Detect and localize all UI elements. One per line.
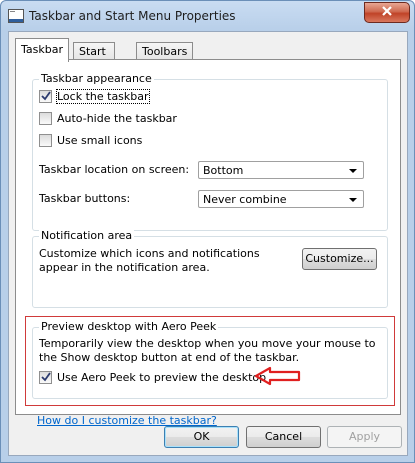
buttons-label-row: Taskbar buttons:	[39, 192, 130, 205]
window-title: Taskbar and Start Menu Properties	[29, 9, 236, 23]
ok-button[interactable]: OK	[164, 426, 239, 448]
lock-taskbar-row[interactable]: Lock the taskbar	[39, 89, 150, 104]
dialog-window: Taskbar and Start Menu Properties Taskba…	[0, 0, 415, 463]
chevron-down-icon	[349, 198, 357, 202]
close-button[interactable]	[364, 2, 410, 23]
lock-taskbar-label: Lock the taskbar	[56, 89, 150, 104]
autohide-row[interactable]: Auto-hide the taskbar	[39, 112, 177, 125]
aero-peek-row[interactable]: Use Aero Peek to preview the desktop	[39, 371, 266, 384]
dialog-client-area: Taskbar Start Menu Toolbars Taskbar appe…	[8, 31, 408, 456]
chevron-down-icon	[349, 169, 357, 173]
customize-button[interactable]: Customize...	[302, 248, 377, 270]
cancel-button[interactable]: Cancel	[246, 426, 321, 448]
small-icons-checkbox[interactable]	[39, 134, 52, 147]
location-label: Taskbar location on screen:	[39, 163, 190, 176]
taskbar-tab-page: Taskbar appearance Lock the taskbar Auto…	[15, 59, 401, 427]
group-title-appearance: Taskbar appearance	[39, 72, 154, 85]
title-bar[interactable]: Taskbar and Start Menu Properties	[1, 1, 414, 31]
taskbar-buttons-label: Taskbar buttons:	[39, 192, 131, 205]
aero-peek-description: Temporarily view the desktop when you mo…	[39, 337, 376, 364]
small-icons-label: Use small icons	[57, 134, 143, 147]
tab-taskbar[interactable]: Taskbar	[15, 38, 69, 62]
location-label-row: Taskbar location on screen:	[39, 163, 189, 176]
notification-description: Customize which icons and notifications …	[39, 247, 260, 274]
small-icons-row[interactable]: Use small icons	[39, 134, 142, 147]
aero-peek-label: Use Aero Peek to preview the desktop	[57, 371, 267, 384]
taskbar-location-select[interactable]: Bottom	[198, 161, 364, 179]
aero-peek-checkbox[interactable]	[39, 371, 52, 384]
taskbar-buttons-select[interactable]: Never combine	[198, 190, 364, 208]
group-title-notification: Notification area	[39, 229, 135, 242]
taskbar-properties-icon	[8, 9, 24, 23]
taskbar-location-value: Bottom	[203, 164, 244, 177]
autohide-checkbox[interactable]	[39, 112, 52, 125]
apply-button[interactable]: Apply	[327, 426, 402, 448]
close-icon	[381, 6, 393, 19]
taskbar-buttons-value: Never combine	[203, 193, 287, 206]
group-title-aero-peek: Preview desktop with Aero Peek	[39, 320, 219, 333]
autohide-label: Auto-hide the taskbar	[57, 112, 177, 125]
lock-taskbar-checkbox[interactable]	[39, 90, 52, 103]
red-arrow-icon	[254, 366, 302, 389]
